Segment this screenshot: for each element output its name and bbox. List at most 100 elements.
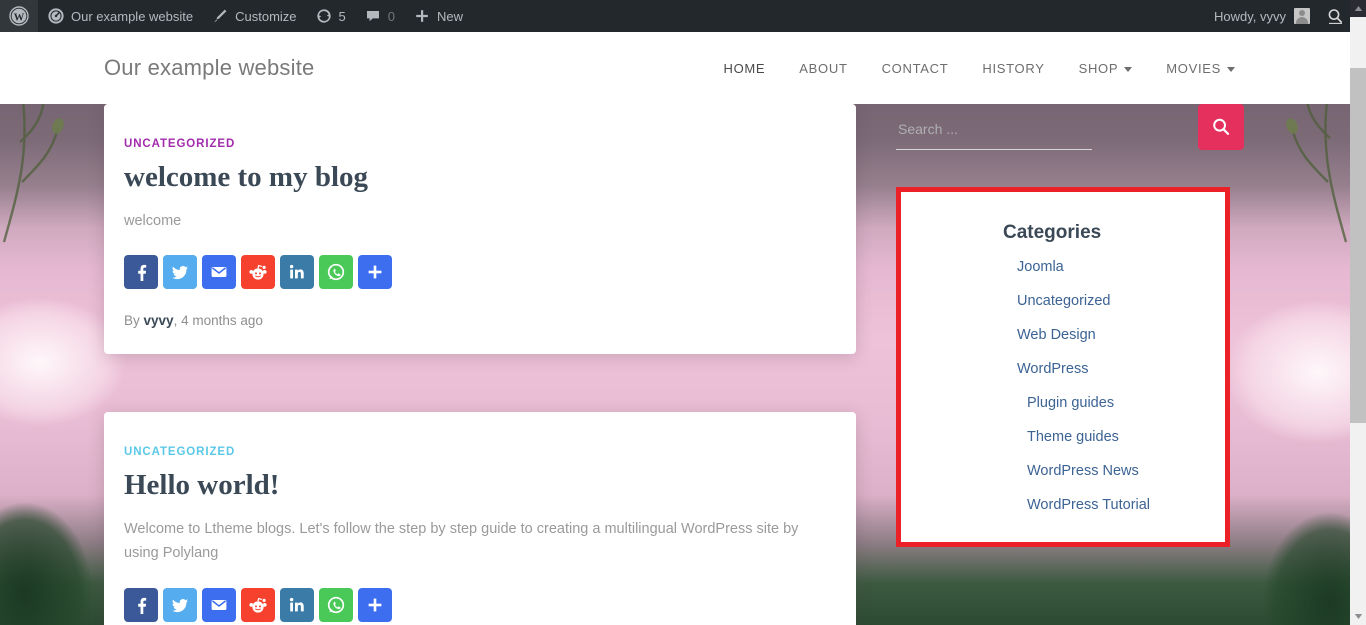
whatsapp-share-button[interactable]: [319, 255, 353, 290]
post-category-link[interactable]: UNCATEGORIZED: [124, 138, 235, 150]
post-list: UNCATEGORIZED welcome to my blog welcome: [104, 104, 856, 625]
admin-bar-howdy-label: Howdy, vyvy: [1214, 8, 1286, 24]
category-link-wordpress-tutorial[interactable]: WordPress Tutorial: [1027, 497, 1150, 513]
category-link-wordpress[interactable]: WordPress: [1017, 361, 1088, 377]
category-link-wordpress-news[interactable]: WordPress News: [1027, 463, 1139, 479]
admin-bar-search-toggle[interactable]: [1320, 0, 1350, 32]
nav-item-about-label: ABOUT: [799, 60, 848, 76]
twitter-icon: [172, 266, 188, 280]
email-share-button[interactable]: [202, 255, 236, 290]
admin-bar-wp-logo[interactable]: W: [0, 0, 38, 32]
admin-bar-new-content[interactable]: New: [404, 0, 472, 32]
more-share-button[interactable]: [358, 255, 392, 290]
reddit-share-button[interactable]: [241, 255, 275, 290]
paintbrush-icon: [214, 9, 227, 23]
nav-item-history[interactable]: HISTORY: [965, 61, 1061, 76]
linkedin-share-button[interactable]: [280, 255, 314, 290]
email-share-button[interactable]: [202, 587, 236, 622]
admin-bar-updates-count: 5: [338, 8, 346, 24]
nav-item-about[interactable]: ABOUT: [782, 61, 864, 76]
list-item: WordPress News: [921, 462, 1205, 480]
facebook-share-button[interactable]: [124, 587, 158, 622]
list-item: Web Design: [921, 326, 1205, 344]
whatsapp-share-button[interactable]: [319, 587, 353, 622]
admin-bar-comments[interactable]: 0: [355, 0, 404, 32]
linkedin-icon: [289, 597, 304, 612]
search-submit-button[interactable]: [1198, 104, 1244, 150]
chevron-down-icon: [1227, 66, 1235, 72]
nav-item-home-label: HOME: [723, 60, 766, 76]
reddit-icon: [249, 265, 267, 280]
scroll-up-arrow-icon: [1354, 6, 1362, 11]
twitter-share-button[interactable]: [163, 255, 197, 290]
plus-icon: [416, 10, 428, 22]
byline-author[interactable]: vyvy: [144, 313, 174, 328]
nav-item-home[interactable]: HOME: [706, 61, 782, 76]
list-item: WordPress: [921, 360, 1205, 378]
reddit-icon: [249, 597, 267, 613]
admin-bar-site-name[interactable]: Our example website: [38, 0, 202, 32]
nav-item-movies-label: MOVIES: [1166, 60, 1221, 76]
nav-item-shop[interactable]: SHOP: [1062, 61, 1150, 76]
search-icon: [1328, 9, 1343, 24]
list-item: Plugin guides: [921, 394, 1205, 412]
scroll-up-button[interactable]: [1350, 0, 1366, 17]
envelope-icon: [211, 599, 227, 610]
wordpress-logo-icon: W: [9, 6, 29, 26]
site-title[interactable]: Our example website: [104, 55, 314, 81]
twitter-share-button[interactable]: [163, 587, 197, 622]
facebook-icon: [138, 597, 147, 614]
reddit-share-button[interactable]: [241, 587, 275, 622]
post-byline: By vyvy, 4 months ago: [124, 313, 826, 328]
category-link-joomla[interactable]: Joomla: [1017, 259, 1064, 275]
categories-widget-title: Categories: [1003, 222, 1102, 243]
nav-item-history-label: HISTORY: [982, 60, 1045, 76]
post-title-link[interactable]: welcome to my blog: [124, 160, 826, 195]
category-link-uncategorized[interactable]: Uncategorized: [1017, 293, 1111, 309]
admin-bar-new-label: New: [437, 8, 464, 24]
linkedin-icon: [289, 265, 304, 279]
avatar: [1294, 8, 1310, 24]
plus-icon: [368, 265, 382, 279]
post-category-link[interactable]: UNCATEGORIZED: [124, 446, 235, 458]
category-link-plugin-guides[interactable]: Plugin guides: [1027, 395, 1114, 411]
facebook-share-button[interactable]: [124, 255, 158, 290]
whatsapp-icon: [327, 596, 345, 613]
admin-bar-my-account[interactable]: Howdy, vyvy: [1204, 0, 1320, 32]
linkedin-share-button[interactable]: [280, 587, 314, 622]
search-icon: [1213, 118, 1230, 135]
admin-bar-site-name-label: Our example website: [71, 8, 194, 24]
primary-navigation: HOME ABOUT CONTACT HISTORY SHOP MOVIES: [706, 61, 1252, 76]
admin-bar-customize-label: Customize: [235, 8, 297, 24]
post-title-link[interactable]: Hello world!: [124, 468, 826, 503]
search-widget: [896, 104, 1244, 160]
admin-bar-updates[interactable]: 5: [306, 0, 355, 32]
nav-item-movies[interactable]: MOVIES: [1149, 61, 1252, 76]
nav-item-contact[interactable]: CONTACT: [865, 61, 966, 76]
scroll-down-button[interactable]: [1350, 608, 1366, 625]
chevron-down-icon: [1124, 66, 1133, 72]
more-share-button[interactable]: [358, 587, 392, 622]
scrollbar-thumb[interactable]: [1350, 68, 1366, 423]
categories-list: Joomla Uncategorized Web Design WordPres…: [921, 258, 1205, 514]
browser-scrollbar[interactable]: [1350, 0, 1366, 625]
search-input[interactable]: [896, 114, 1092, 150]
nav-item-contact-label: CONTACT: [881, 60, 949, 76]
envelope-icon: [211, 267, 227, 278]
category-link-theme-guides[interactable]: Theme guides: [1027, 429, 1119, 445]
admin-bar-customize[interactable]: Customize: [202, 0, 305, 32]
list-item: Uncategorized: [921, 292, 1205, 310]
byline-suffix: , 4 months ago: [173, 313, 263, 329]
category-link-web-design[interactable]: Web Design: [1017, 327, 1096, 343]
plus-icon: [368, 598, 382, 612]
post-excerpt: welcome: [124, 212, 182, 229]
list-item: Joomla: [921, 258, 1205, 276]
dashboard-icon: [48, 8, 64, 24]
post-card: UNCATEGORIZED Hello world! Welcome to Lt…: [104, 412, 856, 625]
wp-admin-bar: W Our example website Customize 5 0 New …: [0, 0, 1350, 32]
list-item: Theme guides: [921, 428, 1205, 446]
post-excerpt: Welcome to Ltheme blogs. Let's follow th…: [124, 520, 799, 562]
nav-item-shop-label: SHOP: [1078, 60, 1119, 76]
share-buttons: [124, 587, 826, 622]
scroll-down-arrow-icon: [1354, 614, 1362, 619]
